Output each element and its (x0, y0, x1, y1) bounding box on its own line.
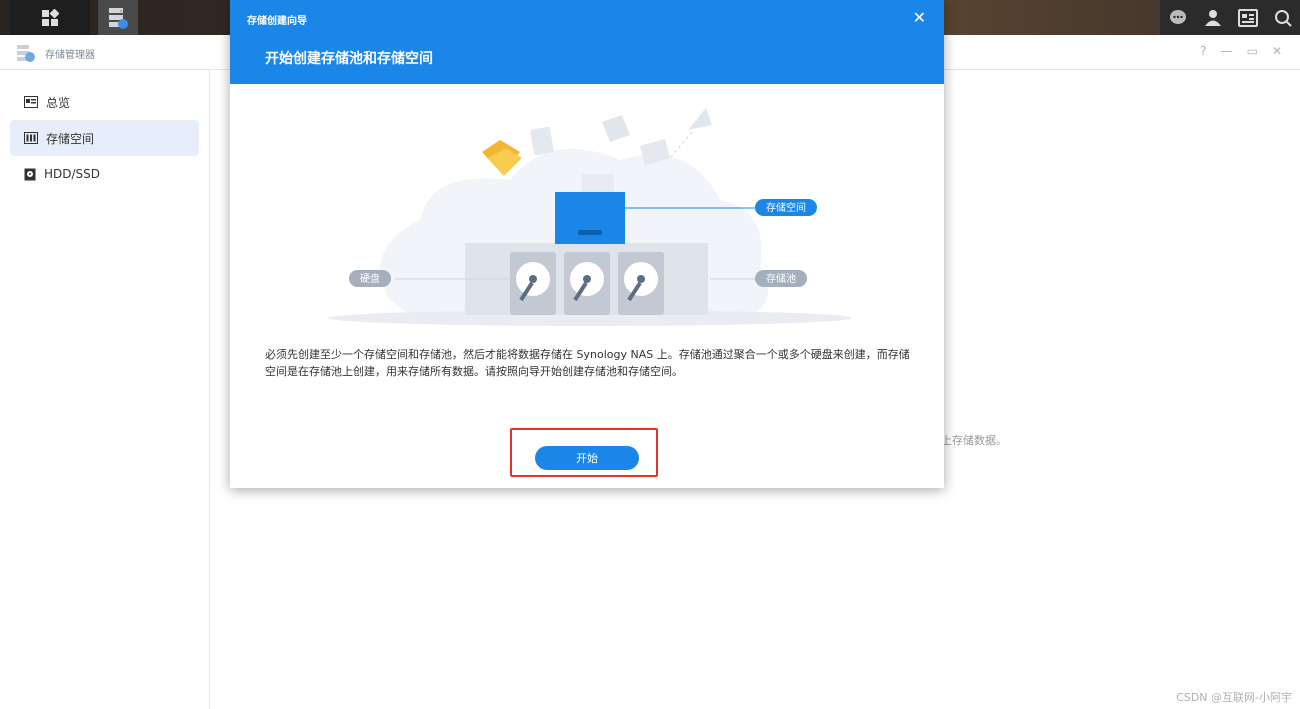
user-button[interactable] (1195, 0, 1230, 35)
help-button[interactable]: ? (1200, 44, 1206, 58)
window-controls: ? — ▭ ✕ (1200, 44, 1282, 58)
chat-icon (1169, 9, 1186, 24)
sidebar-item-storage[interactable]: 存储空间 (10, 120, 199, 156)
disk-group (510, 252, 664, 315)
main-menu-button[interactable] (10, 0, 90, 35)
overview-icon (24, 96, 38, 108)
widgets-icon (1237, 8, 1258, 27)
dialog-close-button[interactable]: ✕ (913, 8, 926, 27)
dialog-window-title: 存储创建向导 (247, 16, 307, 27)
volume-box (555, 192, 625, 244)
search-icon (1274, 9, 1292, 27)
close-window-button[interactable]: ✕ (1272, 44, 1282, 58)
logo-icon (602, 115, 630, 142)
widgets-button[interactable] (1230, 0, 1265, 35)
start-button[interactable]: 开始 (535, 446, 639, 470)
sidebar-item-label: HDD/SSD (44, 167, 101, 181)
disk-label: 硬盘 (360, 272, 380, 285)
storage-icon (24, 132, 38, 144)
grid-icon (42, 8, 59, 26)
storage-manager-taskbar-button[interactable] (98, 0, 138, 35)
storage-manager-icon (109, 7, 128, 29)
app-title: 存储管理器 (45, 50, 95, 61)
background-hint-text: 上存储数据。 (941, 434, 1007, 447)
sidebar-item-label: 总览 (46, 95, 71, 110)
dialog-header: 存储创建向导 ✕ 开始创建存储池和存储空间 (230, 0, 944, 84)
storage-manager-app-icon (17, 45, 35, 62)
disk-icon (24, 168, 36, 180)
folder-icon (482, 140, 522, 176)
pool-label: 存储池 (766, 272, 796, 285)
sidebar-item-overview[interactable]: 总览 (10, 84, 199, 120)
sidebar: 总览 存储空间 HDD/SSD (0, 70, 210, 709)
chat-button[interactable] (1160, 0, 1195, 35)
dialog-description: 必须先创建至少一个存储空间和存储池，然后才能将数据存储在 Synology NA… (265, 348, 910, 378)
storage-creation-wizard-dialog: 存储创建向导 ✕ 开始创建存储池和存储空间 存储空间 硬盘 存储池 必须先创建至… (230, 0, 944, 488)
restore-button[interactable]: ▭ (1247, 44, 1258, 58)
search-button[interactable] (1265, 0, 1300, 35)
rocket-icon (688, 108, 712, 130)
minimize-button[interactable]: — (1221, 44, 1233, 58)
sidebar-item-label: 存储空间 (46, 131, 95, 146)
sidebar-item-hdd-ssd[interactable]: HDD/SSD (10, 156, 199, 192)
watermark: CSDN @互联网-小阿宇 (1176, 691, 1292, 704)
document-icon (530, 126, 554, 156)
storage-illustration: 存储空间 硬盘 存储池 (328, 108, 852, 326)
dialog-title: 开始创建存储池和存储空间 (265, 51, 433, 67)
user-icon (1204, 9, 1221, 26)
volume-label: 存储空间 (766, 201, 806, 214)
